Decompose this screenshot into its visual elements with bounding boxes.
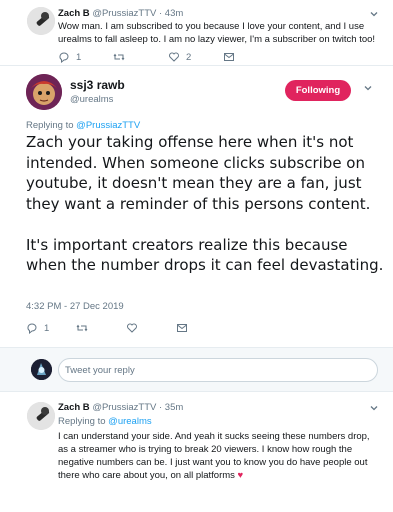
- tweet-main: ssj3 rawb @urealms Following Replying to…: [0, 66, 393, 348]
- tweet-timestamp[interactable]: 4:32 PM - 27 Dec 2019: [26, 301, 124, 312]
- tweet-header: Zach B @PrussiazTTV · 35m: [58, 402, 183, 413]
- chevron-down-icon[interactable]: [368, 8, 380, 20]
- tweet-time[interactable]: · 43m: [159, 8, 183, 19]
- heart-icon: [169, 52, 179, 62]
- tweet-time[interactable]: · 35m: [159, 402, 183, 413]
- avatar[interactable]: [26, 74, 62, 110]
- chevron-down-icon[interactable]: [362, 82, 374, 94]
- message-button[interactable]: [223, 51, 235, 63]
- author-handle[interactable]: @PrussiazTTV: [92, 402, 156, 413]
- replying-to-handle[interactable]: @urealms: [108, 416, 151, 427]
- reply-icon: [59, 52, 69, 63]
- tweet-text-content: I can understand your side. And yeah it …: [58, 431, 370, 481]
- microphone-avatar-image: [27, 7, 55, 35]
- replying-to: Replying to @urealms: [58, 416, 152, 427]
- reply-count: 1: [76, 51, 82, 63]
- author-name[interactable]: Zach B: [58, 8, 90, 19]
- tweet-actions: 1: [26, 322, 188, 334]
- tweet-paragraph: It's important creators realize this bec…: [26, 235, 384, 275]
- tweet-text: Wow man. I am subscribed to you because …: [58, 21, 376, 45]
- author-handle[interactable]: @PrussiazTTV: [92, 8, 156, 19]
- reply-composer: Tweet your reply: [0, 348, 393, 392]
- avatar[interactable]: [27, 7, 55, 35]
- tweet-zach-reply[interactable]: Zach B @PrussiazTTV · 35m Replying to @u…: [0, 392, 393, 512]
- author-name[interactable]: ssj3 rawb: [70, 78, 125, 92]
- reply-button[interactable]: 1: [58, 51, 113, 63]
- replying-to-label: Replying to: [26, 120, 77, 131]
- reply-button[interactable]: 1: [26, 322, 76, 334]
- current-user-avatar[interactable]: [31, 359, 52, 380]
- message-button[interactable]: [176, 322, 188, 334]
- retweet-icon: [76, 324, 88, 332]
- tweet-paragraph: Zach your taking offense here when it's …: [26, 133, 371, 213]
- replying-to: Replying to @PrussiazTTV: [26, 120, 140, 131]
- microphone-avatar-image: [27, 402, 55, 430]
- reply-count: 1: [44, 322, 50, 334]
- heart-emoji: ♥: [237, 470, 244, 481]
- reply-input[interactable]: Tweet your reply: [58, 358, 378, 382]
- replying-to-label: Replying to: [58, 416, 109, 427]
- like-button[interactable]: 2: [168, 51, 223, 63]
- reply-icon: [27, 323, 37, 334]
- author-handle[interactable]: @urealms: [70, 94, 113, 105]
- author-name[interactable]: Zach B: [58, 402, 90, 413]
- heart-icon: [127, 323, 137, 333]
- tweet-actions: 1 2: [58, 51, 235, 63]
- envelope-icon: [224, 53, 234, 61]
- replying-to-handle[interactable]: @PrussiazTTV: [76, 120, 140, 131]
- like-count: 2: [186, 51, 192, 63]
- retweet-button[interactable]: [76, 322, 126, 334]
- tweet-text: I can understand your side. And yeah it …: [58, 430, 380, 482]
- retweet-icon: [113, 53, 125, 61]
- following-button[interactable]: Following: [285, 80, 351, 101]
- envelope-icon: [177, 324, 187, 332]
- avatar[interactable]: [27, 402, 55, 430]
- tweet-text: Zach your taking offense here when it's …: [26, 132, 386, 276]
- tweet-header: Zach B @PrussiazTTV · 43m: [58, 8, 183, 19]
- user-avatar-image: [31, 359, 52, 380]
- like-button[interactable]: [126, 322, 176, 334]
- tweet-zach-top[interactable]: Zach B @PrussiazTTV · 43m Wow man. I am …: [0, 0, 393, 66]
- retweet-button[interactable]: [113, 51, 168, 63]
- character-avatar-image: [26, 74, 62, 110]
- chevron-down-icon[interactable]: [368, 402, 380, 414]
